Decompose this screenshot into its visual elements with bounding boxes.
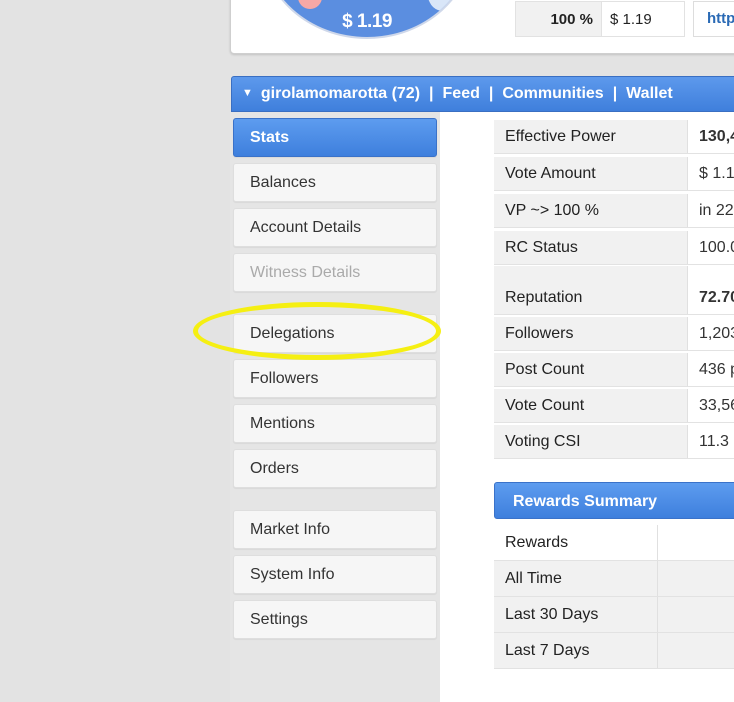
stats-row: Vote Amount $ 1.1 [494, 157, 734, 191]
stats-key: VP ~> 100 % [494, 194, 688, 227]
stats-row: Reputation 72.70 [494, 281, 734, 315]
stats-value: 100.0 [688, 231, 734, 264]
nav-separator: | [429, 85, 434, 102]
menu-item-system-info[interactable]: System Info [233, 555, 437, 594]
vote-value-table: 100 % $ 1.19 [515, 1, 685, 37]
account-navbar: ▼ girolamomarotta (72) | Feed | Communit… [231, 76, 734, 112]
nav-wallet[interactable]: Wallet [626, 85, 673, 103]
stats-key: Voting CSI [494, 425, 688, 458]
rewards-row: Last 30 Days [494, 597, 734, 633]
stats-value: 1,203 [688, 317, 734, 350]
vote-percent: 100 % [515, 1, 602, 37]
rewards-period: Last 7 Days [494, 633, 658, 668]
rewards-header-row: Rewards C [494, 525, 734, 561]
stats-key: RC Status [494, 231, 688, 264]
gauge-value: $ 1.19 [342, 11, 392, 32]
stats-key: Reputation [494, 281, 688, 314]
rewards-column-value: C [658, 525, 734, 560]
menu-item-orders[interactable]: Orders [233, 449, 437, 488]
stats-row: RC Status 100.0 [494, 231, 734, 265]
nav-separator: | [612, 85, 618, 102]
rewards-summary-header[interactable]: Rewards Summary [494, 482, 734, 519]
stats-row: Vote Count 33,56 [494, 389, 734, 423]
rewards-period: All Time [494, 561, 658, 596]
stats-spacer [494, 266, 734, 282]
stats-value: 130,4 [688, 120, 734, 153]
stats-value: 11.3 [688, 425, 734, 458]
rewards-column-label: Rewards [494, 525, 658, 560]
stats-key: Effective Power [494, 120, 688, 153]
vote-value-gauge: $ 1.19 [260, 0, 474, 39]
nav-communities[interactable]: Communities [502, 85, 603, 103]
menu-item-balances[interactable]: Balances [233, 163, 437, 202]
menu-item-market-info[interactable]: Market Info [233, 510, 437, 549]
rewards-row: All Time [494, 561, 734, 597]
rewards-value [658, 633, 734, 668]
menu-item-settings[interactable]: Settings [233, 600, 437, 639]
stats-value: 436 p [688, 353, 734, 386]
stats-key: Followers [494, 317, 688, 350]
menu-item-delegations[interactable]: Delegations [233, 314, 437, 353]
nav-separator: | [488, 85, 494, 102]
profile-link[interactable]: http [693, 1, 734, 37]
nav-feed[interactable]: Feed [443, 85, 480, 103]
stats-row: Followers 1,203 [494, 317, 734, 351]
menu-item-witness-details: Witness Details [233, 253, 437, 292]
stats-row: Post Count 436 p [494, 353, 734, 387]
menu-item-followers[interactable]: Followers [233, 359, 437, 398]
menu-item-stats[interactable]: Stats [233, 118, 437, 157]
rewards-value [658, 561, 734, 596]
gauge-segment-left [298, 0, 322, 9]
stats-row: VP ~> 100 % in 22 [494, 194, 734, 228]
stats-key: Vote Amount [494, 157, 688, 190]
rewards-period: Last 30 Days [494, 597, 658, 632]
nav-user[interactable]: girolamomarotta (72) [261, 85, 420, 103]
vote-value: $ 1.19 [601, 1, 685, 37]
rewards-row: Last 7 Days [494, 633, 734, 669]
stats-key: Post Count [494, 353, 688, 386]
menu-item-account-details[interactable]: Account Details [233, 208, 437, 247]
voting-power-card: $ 1.19 100 % $ 1.19 http [230, 0, 734, 54]
stats-value: 72.70 [688, 281, 734, 314]
stats-value: $ 1.1 [688, 157, 734, 190]
stats-row: Voting CSI 11.3 [494, 425, 734, 459]
collapse-caret-icon[interactable]: ▼ [242, 87, 253, 99]
menu-item-mentions[interactable]: Mentions [233, 404, 437, 443]
stats-value: in 22 [688, 194, 734, 227]
rewards-value [658, 597, 734, 632]
stats-value: 33,56 [688, 389, 734, 422]
stats-key: Vote Count [494, 389, 688, 422]
stats-row: Effective Power 130,4 [494, 120, 734, 154]
